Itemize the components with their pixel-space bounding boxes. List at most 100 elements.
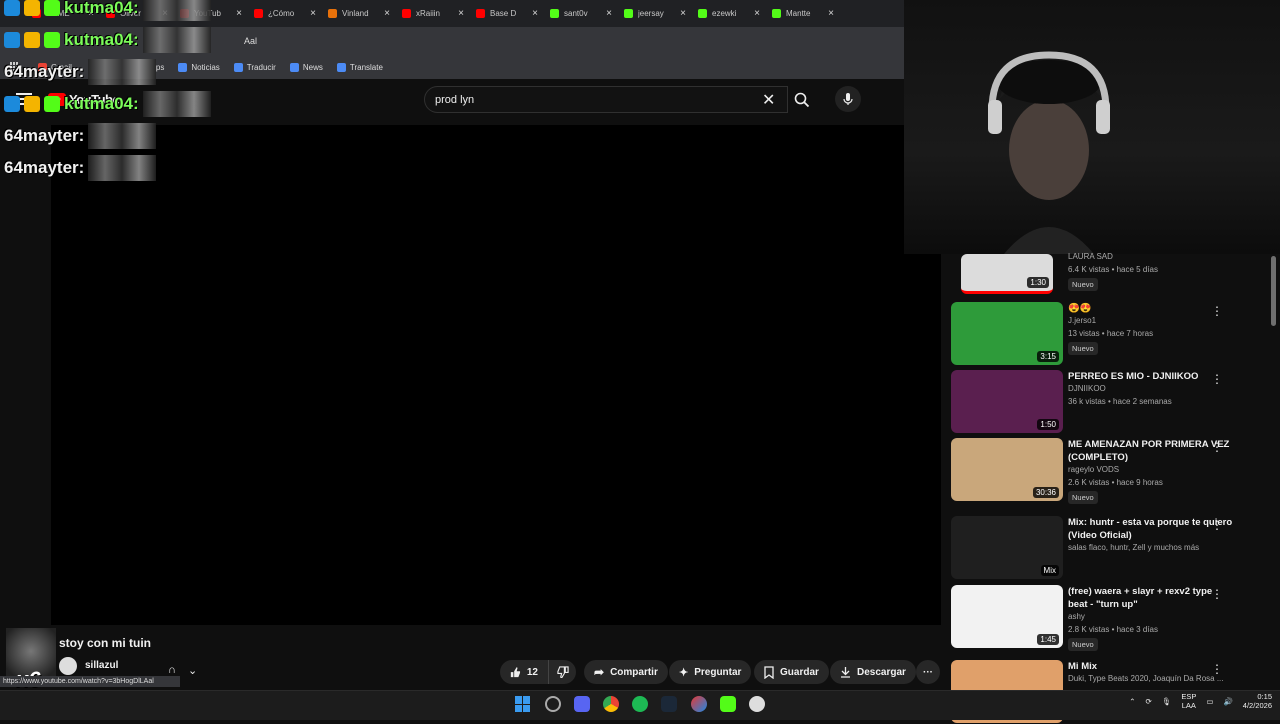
tab-close-icon[interactable]: × [532,8,538,19]
tab-close-icon[interactable]: × [828,8,834,19]
browser-icon[interactable] [691,696,707,712]
tab-close-icon[interactable]: × [236,8,242,19]
sidebar-scrollbar[interactable] [1271,256,1276,326]
spotify-icon[interactable] [632,696,648,712]
video-player[interactable] [51,125,941,625]
more-options-icon[interactable]: ⋮ [1211,440,1223,454]
recommended-video[interactable]: 3:15 😍😍 J.jerso1 13 vistas • hace 7 horas Nu… [951,302,1261,366]
clear-search-icon[interactable]: ✕ [762,90,775,110]
chat-badge-icon [4,32,20,48]
system-tray: ⌃ ⟳ 🎙 ESP LAA ▭ 🔊 0:15 4/2/2026 [1129,692,1272,710]
discord-icon[interactable] [574,696,590,712]
recommended-video[interactable]: Mix Mix: huntr - esta va porque te quiero… [951,516,1261,580]
tab-title: jeersay [638,9,664,18]
video-thumbnail[interactable]: 1:45 [951,585,1063,648]
sync-icon[interactable]: ⟳ [1146,697,1152,706]
more-options-icon[interactable]: ⋮ [1211,587,1223,601]
news-icon [289,62,299,72]
video-thumbnail[interactable]: Mix [951,516,1063,579]
new-badge: Nuevo [1068,491,1098,504]
dislike-button[interactable] [548,660,576,684]
video-thumbnail[interactable]: 1:30 [961,254,1053,294]
translate-icon [336,62,346,72]
video-thumbnail[interactable]: 1:50 [951,370,1063,433]
browser-tab[interactable]: sant0v × [544,0,618,27]
tab-close-icon[interactable]: × [384,8,390,19]
more-actions-button[interactable]: ··· [916,660,940,684]
tab-close-icon[interactable]: × [680,8,686,19]
channel-avatar[interactable] [59,657,77,675]
browser-tab[interactable]: ¿Cómo × [248,0,322,27]
browser-tab[interactable]: xRaiiin × [396,0,470,27]
streamer-webcam-image [988,51,1110,254]
video-title[interactable]: (free) waera + slayr + rexv2 type beat -… [1068,585,1233,611]
browser-tab[interactable]: Mantte × [766,0,840,27]
settings-icon[interactable] [545,696,561,712]
video-title[interactable]: Mix: huntr - esta va porque te quiero (V… [1068,516,1233,542]
browser-tab[interactable]: ezewki × [692,0,766,27]
share-button[interactable]: ➦ Compartir [584,660,668,684]
volume-icon[interactable]: 🔊 [1223,697,1232,706]
recommended-video[interactable]: 1:45 (free) waera + slayr + rexv2 type be… [951,585,1261,651]
video-title[interactable]: 😍😍 [1068,302,1233,315]
video-title[interactable]: PERREO ES MIO - DJNIIKOO [1068,370,1233,383]
video-channel: rageylo VODS [1068,465,1120,474]
webcam-overlay [904,0,1280,254]
mic-tray-icon[interactable]: 🎙 [1162,697,1172,706]
steam-icon[interactable] [661,696,677,712]
windows-start-icon[interactable] [515,696,531,712]
download-icon [841,667,850,678]
language-indicator[interactable]: ESP LAA [1181,692,1196,710]
tab-close-icon[interactable]: × [754,8,760,19]
like-button[interactable]: 12 [500,660,548,684]
video-channel: salas flaco, huntr, Zell y muchos más [1068,543,1200,552]
video-title[interactable]: ME AMENAZAN POR PRIMERA VEZ (COMPLETO) [1068,438,1233,464]
tab-favicon-icon [328,9,337,18]
more-options-icon[interactable]: ⋮ [1211,662,1223,676]
bookmark-translate[interactable]: Translate [336,62,383,72]
tab-close-icon[interactable]: × [458,8,464,19]
tab-favicon-icon [550,9,559,18]
subscribe-bell-icon[interactable]: ∩ [168,664,176,676]
chat-badge-icon [24,96,40,112]
ask-button[interactable]: ✦ Preguntar [669,660,752,684]
recommended-video[interactable]: 30:36 ME AMENAZAN POR PRIMERA VEZ (COMPLE… [951,438,1261,504]
more-options-icon[interactable]: ⋮ [1211,304,1223,318]
video-channel: DJNIIKOO [1068,384,1106,393]
video-title[interactable]: Mi Mix [1068,660,1233,673]
video-thumbnail[interactable]: 3:15 [951,302,1063,365]
share-icon: ➦ [594,665,605,679]
download-button[interactable]: Descargar [830,660,916,684]
chat-badge-icon [44,96,60,112]
voice-search-button[interactable] [835,86,861,112]
bookmark-news[interactable]: News [289,62,323,72]
search-button[interactable] [788,86,816,113]
chat-emote-image [88,155,157,181]
chevron-up-icon[interactable]: ⌃ [1129,697,1135,706]
chat-username: 64mayter: [4,158,85,177]
kick-icon[interactable] [720,696,736,712]
chat-username: 64mayter: [4,62,85,81]
tab-close-icon[interactable]: × [310,8,316,19]
more-horizontal-icon: ··· [923,666,933,678]
more-options-icon[interactable]: ⋮ [1211,372,1223,386]
browser-tab[interactable]: Base D × [470,0,544,27]
chevron-down-icon[interactable]: ⌄ [188,664,197,677]
recommended-video[interactable]: 1:50 PERREO ES MIO - DJNIIKOO DJNIIKOO 36 k… [951,370,1261,434]
video-thumbnail[interactable]: 30:36 [951,438,1063,501]
save-button[interactable]: Guardar [754,660,829,684]
channel-name[interactable]: sillazul [85,660,118,671]
network-icon[interactable]: ▭ [1206,697,1213,706]
tab-favicon-icon [772,9,781,18]
media-player-icon[interactable] [749,696,765,712]
clock[interactable]: 0:15 4/2/2026 [1243,692,1272,710]
search-input[interactable]: prod lyn [424,86,788,113]
tab-close-icon[interactable]: × [606,8,612,19]
stream-chat-overlay: kutma04: kutma04: 64mayter: kutma04: 64mayte… [4,0,211,184]
browser-tab[interactable]: Vinland × [322,0,396,27]
bookmark-traducir[interactable]: Traducir [233,62,276,72]
browser-tab[interactable]: jeersay × [618,0,692,27]
chrome-icon[interactable] [603,696,619,712]
chat-emote-image [88,123,157,149]
more-options-icon[interactable]: ⋮ [1211,518,1223,532]
